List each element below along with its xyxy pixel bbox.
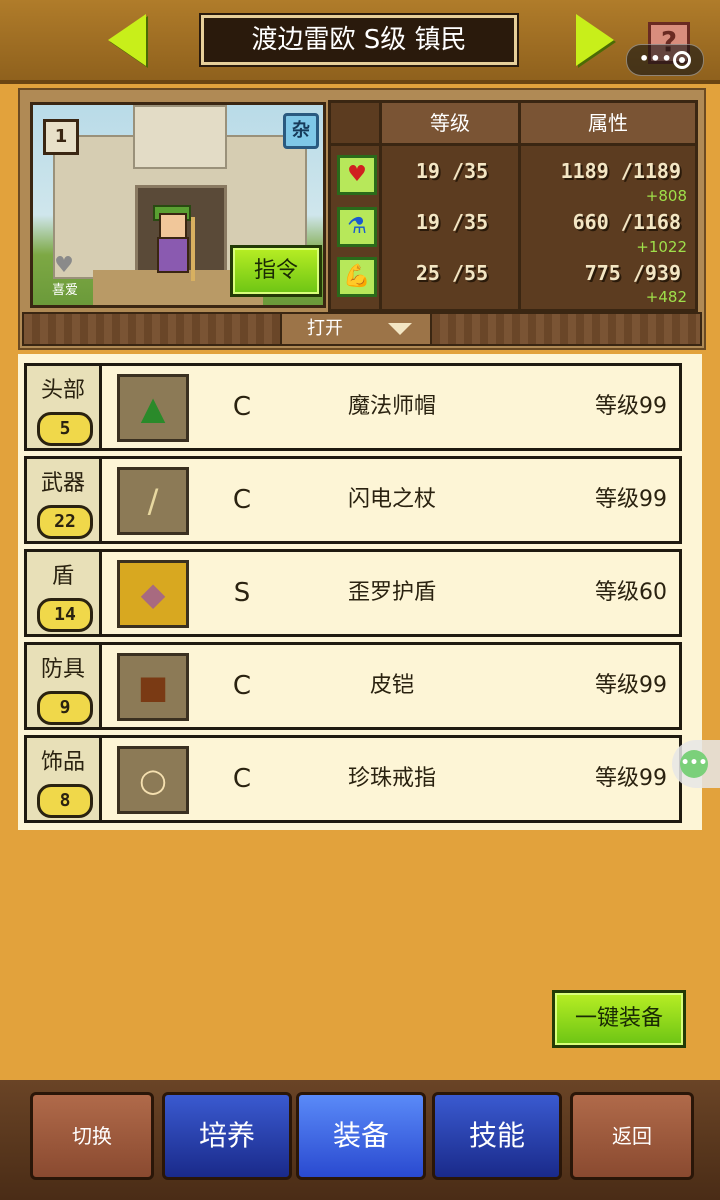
equipment-row-head[interactable]: 头部 5 ▲ C 魔法师帽 等级99 [24, 363, 682, 451]
slot-name: 防具 [40, 657, 85, 682]
armor-icon: ■ [117, 653, 189, 721]
slot-name: 盾 [51, 564, 74, 589]
slot-count-badge: 9 [37, 691, 93, 725]
item-name: 珍珠戒指 [347, 766, 436, 791]
more-dots-icon: ••• [680, 750, 708, 778]
hp-value: 1189 /1189 [560, 159, 681, 183]
item-grade: C [232, 392, 252, 422]
item-level: 等级99 [595, 487, 667, 512]
skills-tab[interactable]: 技能 [432, 1092, 562, 1180]
equipment-row-accessory[interactable]: 饰品 8 ○ C 珍珠戒指 等级99 [24, 735, 682, 823]
equip-tab[interactable]: 装备 [296, 1092, 426, 1180]
shield-icon: ◆ [117, 560, 189, 628]
floating-assistant-button[interactable]: ••• [672, 740, 720, 788]
item-name: 歪罗护盾 [347, 580, 436, 605]
slot-name: 饰品 [40, 750, 85, 775]
item-grade: S [233, 578, 251, 608]
power-bonus: +482 [645, 288, 687, 306]
bottom-nav: 切换 培养 装备 技能 返回 [0, 1080, 720, 1200]
castle-tower [133, 105, 227, 169]
open-strip: 打开 [22, 312, 702, 346]
equipment-row-shield[interactable]: 盾 14 ◆ S 歪罗护盾 等级60 [24, 549, 682, 637]
equip-all-button[interactable]: 一键装备 [552, 990, 686, 1048]
chevron-down-icon[interactable] [368, 314, 432, 344]
item-name: 皮铠 [369, 673, 414, 698]
mini-program-capsule[interactable]: ••• [626, 44, 704, 76]
power-level: 25 /55 [415, 261, 489, 285]
equipment-row-armor[interactable]: 防具 9 ■ C 皮铠 等级99 [24, 642, 682, 730]
arm-icon: 💪 [337, 257, 377, 297]
slot-name: 武器 [40, 471, 85, 496]
hat-icon: ▲ [117, 374, 189, 442]
slot-cell: 头部 5 [27, 366, 102, 448]
close-ring-icon[interactable] [673, 51, 691, 69]
slot-cell: 武器 22 [27, 459, 102, 541]
potion-icon: ⚗ [337, 207, 377, 247]
ring-icon: ○ [117, 746, 189, 814]
power-value: 775 /939 [584, 261, 681, 285]
staff-icon: / [117, 467, 189, 535]
character-sprite [151, 205, 195, 283]
slot-count-badge: 5 [37, 412, 93, 446]
item-grade: C [232, 764, 252, 794]
slot-cell: 盾 14 [27, 552, 102, 634]
slot-cell: 防具 9 [27, 645, 102, 727]
mp-level: 19 /35 [415, 210, 489, 234]
item-grade: C [232, 485, 252, 515]
stats-table: 等级 属性 ♥ 19 /35 1189 /1189 +808 ⚗ 19 /35 … [328, 100, 698, 312]
next-character-arrow-icon[interactable] [576, 14, 614, 66]
character-title: 渡边雷欧 S级 镇民 [199, 13, 519, 67]
stats-header-level: 等级 [382, 103, 521, 146]
top-bar: 渡边雷欧 S级 镇民 ? ••• [0, 0, 720, 84]
stats-header-icon-col [331, 103, 382, 146]
command-button[interactable]: 指令 [230, 245, 322, 297]
item-level: 等级60 [595, 580, 667, 605]
slot-cell: 饰品 8 [27, 738, 102, 820]
heart-icon: ♥ [337, 155, 377, 195]
hp-bonus: +808 [645, 187, 687, 205]
more-dots-icon[interactable]: ••• [639, 49, 673, 68]
item-level: 等级99 [595, 766, 667, 791]
slot-count-badge: 8 [37, 784, 93, 818]
train-tab[interactable]: 培养 [162, 1092, 292, 1180]
character-portrait: 1 杂 ♥ 喜爱 指令 [30, 102, 326, 308]
prev-character-arrow-icon[interactable] [108, 14, 146, 66]
character-panel: 1 杂 ♥ 喜爱 指令 等级 属性 ♥ 19 /35 1189 /1189 +8… [18, 88, 706, 350]
equipment-row-weapon[interactable]: 武器 22 / C 闪电之杖 等级99 [24, 456, 682, 544]
equipment-list: 头部 5 ▲ C 魔法师帽 等级99 武器 22 / C 闪电之杖 等级99 盾… [18, 354, 702, 830]
favorite-label: 喜爱 [51, 283, 78, 298]
item-name: 魔法师帽 [347, 394, 436, 419]
switch-button[interactable]: 切换 [30, 1092, 154, 1180]
item-name: 闪电之杖 [347, 487, 436, 512]
favorite-heart-icon[interactable]: ♥ [47, 255, 81, 277]
slot-count-badge: 14 [37, 598, 93, 632]
mp-value: 660 /1168 [572, 210, 681, 234]
item-level: 等级99 [595, 394, 667, 419]
slot-count-badge: 22 [37, 505, 93, 539]
type-badge-icon: 杂 [283, 113, 319, 149]
mp-bonus: +1022 [636, 238, 687, 256]
slot-name: 头部 [40, 378, 85, 403]
item-grade: C [232, 671, 252, 701]
open-button[interactable]: 打开 [280, 314, 370, 344]
hp-level: 19 /35 [415, 159, 489, 183]
back-button[interactable]: 返回 [570, 1092, 694, 1180]
stats-header-attribute: 属性 [521, 103, 695, 146]
item-level: 等级99 [595, 673, 667, 698]
rank-badge-icon: 1 [43, 119, 79, 155]
